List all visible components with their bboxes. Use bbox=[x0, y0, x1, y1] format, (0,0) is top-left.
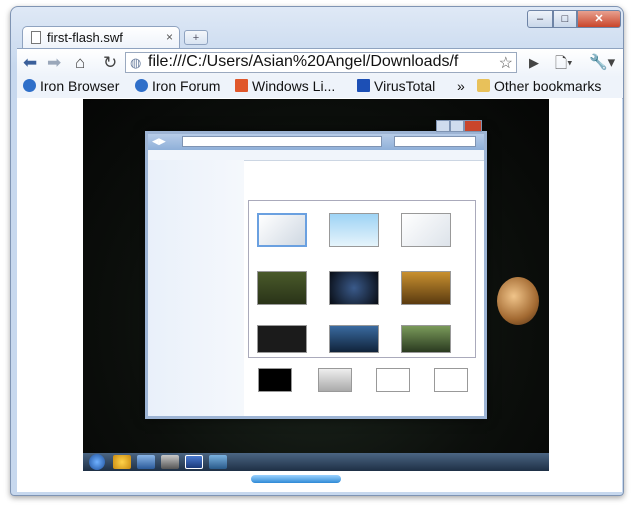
virustotal-icon bbox=[357, 79, 370, 92]
forward-arrow-icon[interactable]: ➡ bbox=[47, 53, 61, 73]
globe-icon: ◍ bbox=[130, 55, 142, 70]
personalization-window-image: ◀▶ bbox=[145, 120, 487, 419]
tab-first-flash[interactable]: first-flash.swf × bbox=[22, 26, 180, 48]
windows-taskbar-image bbox=[83, 453, 549, 471]
folder-icon bbox=[477, 79, 490, 92]
theme-gallery-image bbox=[248, 164, 482, 416]
taskbar-app-icon bbox=[209, 455, 227, 469]
home-icon[interactable]: ⌂ bbox=[75, 53, 85, 73]
window-controls: – □ ✕ bbox=[527, 10, 621, 28]
taskbar-app-icon bbox=[113, 455, 131, 469]
taskbar-app-icon bbox=[137, 455, 155, 469]
page-content: ◀▶ bbox=[17, 98, 622, 492]
maximize-button[interactable]: □ bbox=[553, 10, 577, 28]
taskbar-app-icon bbox=[185, 455, 203, 469]
windows-flag-icon bbox=[235, 79, 248, 92]
new-tab-button[interactable]: + bbox=[184, 30, 208, 45]
control-panel-tasks-image bbox=[148, 160, 244, 416]
bookmark-iron-browser[interactable]: Iron Browser bbox=[23, 78, 119, 94]
tab-close-icon[interactable]: × bbox=[166, 30, 173, 44]
bookmarks-bar: Iron Browser Iron Forum Windows Li... Vi… bbox=[17, 76, 623, 99]
address-url[interactable]: file:///C:/Users/Asian%20Angel/Downloads… bbox=[148, 53, 458, 71]
address-bar[interactable]: ◍ file:///C:/Users/Asian%20Angel/Downloa… bbox=[125, 52, 517, 73]
go-arrow-icon[interactable]: ▶ bbox=[529, 55, 539, 71]
bookmark-windows-live[interactable]: Windows Li... bbox=[235, 78, 335, 94]
document-icon bbox=[31, 31, 41, 44]
page-menu-icon[interactable]: 🗋▾ bbox=[555, 53, 573, 78]
wrench-menu-icon[interactable]: 🔧▾ bbox=[589, 53, 615, 71]
bookmark-star-icon[interactable]: ☆ bbox=[496, 53, 513, 72]
tab-title: first-flash.swf bbox=[47, 30, 123, 45]
minimize-button[interactable]: – bbox=[527, 10, 553, 28]
back-arrow-icon[interactable]: ⬅ bbox=[23, 53, 37, 73]
bookmarks-overflow-chevron[interactable]: » bbox=[457, 78, 465, 94]
close-button[interactable]: ✕ bbox=[577, 10, 621, 28]
start-orb-icon bbox=[89, 454, 105, 470]
bookmark-virustotal[interactable]: VirusTotal bbox=[357, 78, 435, 94]
navigation-toolbar: ⬅ ➡ ⌂ ↻ ◍ file:///C:/Users/Asian%20Angel… bbox=[17, 48, 623, 77]
taskbar-app-icon bbox=[161, 455, 179, 469]
reload-icon[interactable]: ↻ bbox=[103, 53, 117, 73]
globe-icon bbox=[23, 79, 36, 92]
planet-image bbox=[497, 277, 539, 325]
bookmark-iron-forum[interactable]: Iron Forum bbox=[135, 78, 220, 94]
globe-icon bbox=[135, 79, 148, 92]
flash-movie[interactable]: ◀▶ bbox=[83, 99, 549, 471]
bookmark-other-bookmarks[interactable]: Other bookmarks bbox=[477, 78, 601, 94]
flash-pager-control[interactable] bbox=[251, 475, 341, 488]
